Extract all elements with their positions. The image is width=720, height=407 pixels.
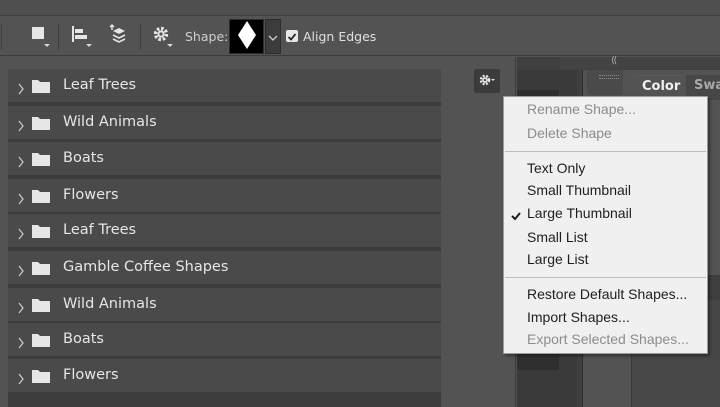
- align-edges-label: Align Edges: [303, 29, 377, 44]
- folder-row[interactable]: Leaf Trees: [8, 214, 441, 248]
- menu-item-large-list[interactable]: Large List: [527, 251, 588, 267]
- align-edges-checkbox[interactable]: [286, 30, 298, 42]
- options-separator: [58, 24, 59, 50]
- folder-row[interactable]: Leaf Trees: [8, 69, 441, 103]
- folder-icon: [31, 151, 51, 171]
- folder-icon: [31, 78, 51, 98]
- folder-icon: [31, 115, 51, 135]
- menu-item-delete-shape: Delete Shape: [527, 125, 612, 141]
- chevron-right-icon[interactable]: [17, 225, 25, 244]
- checkmark-icon: [510, 207, 522, 226]
- folder-label: Boats: [63, 150, 104, 166]
- options-separator: [1, 24, 2, 50]
- panel-settings-button[interactable]: [474, 69, 500, 93]
- chevron-right-icon[interactable]: [17, 334, 25, 353]
- chevron-down-icon: [86, 44, 92, 47]
- chevron-right-icon[interactable]: [17, 117, 25, 136]
- path-operations-button[interactable]: [24, 22, 54, 50]
- menu-item-restore-default-shapes[interactable]: Restore Default Shapes...: [527, 286, 687, 302]
- dock-header-strip: [560, 57, 720, 69]
- chevron-down-icon: [268, 27, 278, 46]
- chevron-right-icon[interactable]: [17, 299, 25, 318]
- chevron-right-icon[interactable]: [17, 262, 25, 281]
- folder-row[interactable]: Flowers: [8, 359, 441, 393]
- folder-label: Boats: [63, 331, 104, 347]
- folder-icon: [31, 188, 51, 208]
- folder-icon: [31, 368, 51, 388]
- folder-label: Wild Animals: [63, 114, 157, 130]
- app-top-bar: [0, 0, 720, 16]
- shape-picker-dropdown[interactable]: [265, 19, 281, 54]
- diamond-shape-icon: [236, 20, 258, 54]
- folder-row[interactable]: Wild Animals: [8, 106, 441, 140]
- folder-label: Flowers: [63, 187, 119, 203]
- folder-icon: [31, 297, 51, 317]
- folder-row[interactable]: Boats: [8, 142, 441, 176]
- path-arrangement-button[interactable]: [104, 22, 134, 50]
- chevron-down-icon: [167, 44, 173, 47]
- panel-options-menu: Rename Shape... Delete Shape Text Only S…: [503, 96, 708, 354]
- folder-row[interactable]: Flowers: [8, 179, 441, 213]
- menu-item-small-list[interactable]: Small List: [527, 229, 588, 245]
- menu-item-rename-shape: Rename Shape...: [527, 101, 636, 117]
- options-bar: Shape: Align Edges: [0, 16, 720, 56]
- chevron-right-icon[interactable]: [17, 190, 25, 209]
- folder-label: Gamble Coffee Shapes: [63, 259, 229, 275]
- folder-icon: [31, 260, 51, 280]
- folder-icon: [31, 332, 51, 352]
- shape-label: Shape:: [185, 29, 229, 44]
- folder-row[interactable]: Gamble Coffee Shapes: [8, 251, 441, 285]
- folder-label: Wild Animals: [63, 296, 157, 312]
- chevron-down-icon: [44, 44, 50, 47]
- shape-picker-swatch[interactable]: [229, 19, 264, 54]
- menu-separator: [505, 277, 706, 278]
- checkmark-icon: [287, 27, 297, 46]
- collapse-panels-icon[interactable]: ⟨⟨: [611, 56, 617, 66]
- path-options-button[interactable]: [146, 22, 176, 50]
- folder-row[interactable]: Boats: [8, 323, 441, 357]
- menu-item-small-thumbnail[interactable]: Small Thumbnail: [527, 182, 631, 198]
- menu-separator: [505, 151, 706, 152]
- gear-icon: [478, 72, 496, 91]
- menu-item-large-thumbnail[interactable]: Large Thumbnail: [527, 205, 632, 221]
- arrange-layers-icon: [107, 22, 131, 50]
- menu-item-export-selected-shapes: Export Selected Shapes...: [527, 331, 689, 347]
- chevron-right-icon[interactable]: [17, 370, 25, 389]
- chevron-right-icon[interactable]: [17, 153, 25, 172]
- path-alignment-button[interactable]: [64, 22, 94, 50]
- options-separator: [140, 24, 141, 50]
- folder-label: Flowers: [63, 367, 119, 383]
- folder-label: Leaf Trees: [63, 77, 137, 93]
- panel-drag-handle[interactable]: [587, 70, 623, 95]
- shape-folder-list[interactable]: Leaf Trees Wild Animals Boats Flowers Le…: [8, 69, 441, 407]
- grip-icon: [599, 75, 619, 79]
- shapes-panel: Leaf Trees Wild Animals Boats Flowers Le…: [0, 57, 516, 407]
- menu-item-text-only[interactable]: Text Only: [527, 160, 585, 176]
- menu-item-import-shapes[interactable]: Import Shapes...: [527, 309, 630, 325]
- chevron-right-icon[interactable]: [17, 80, 25, 99]
- folder-icon: [31, 223, 51, 243]
- folder-row[interactable]: Wild Animals: [8, 288, 441, 322]
- folder-label: Leaf Trees: [63, 222, 137, 238]
